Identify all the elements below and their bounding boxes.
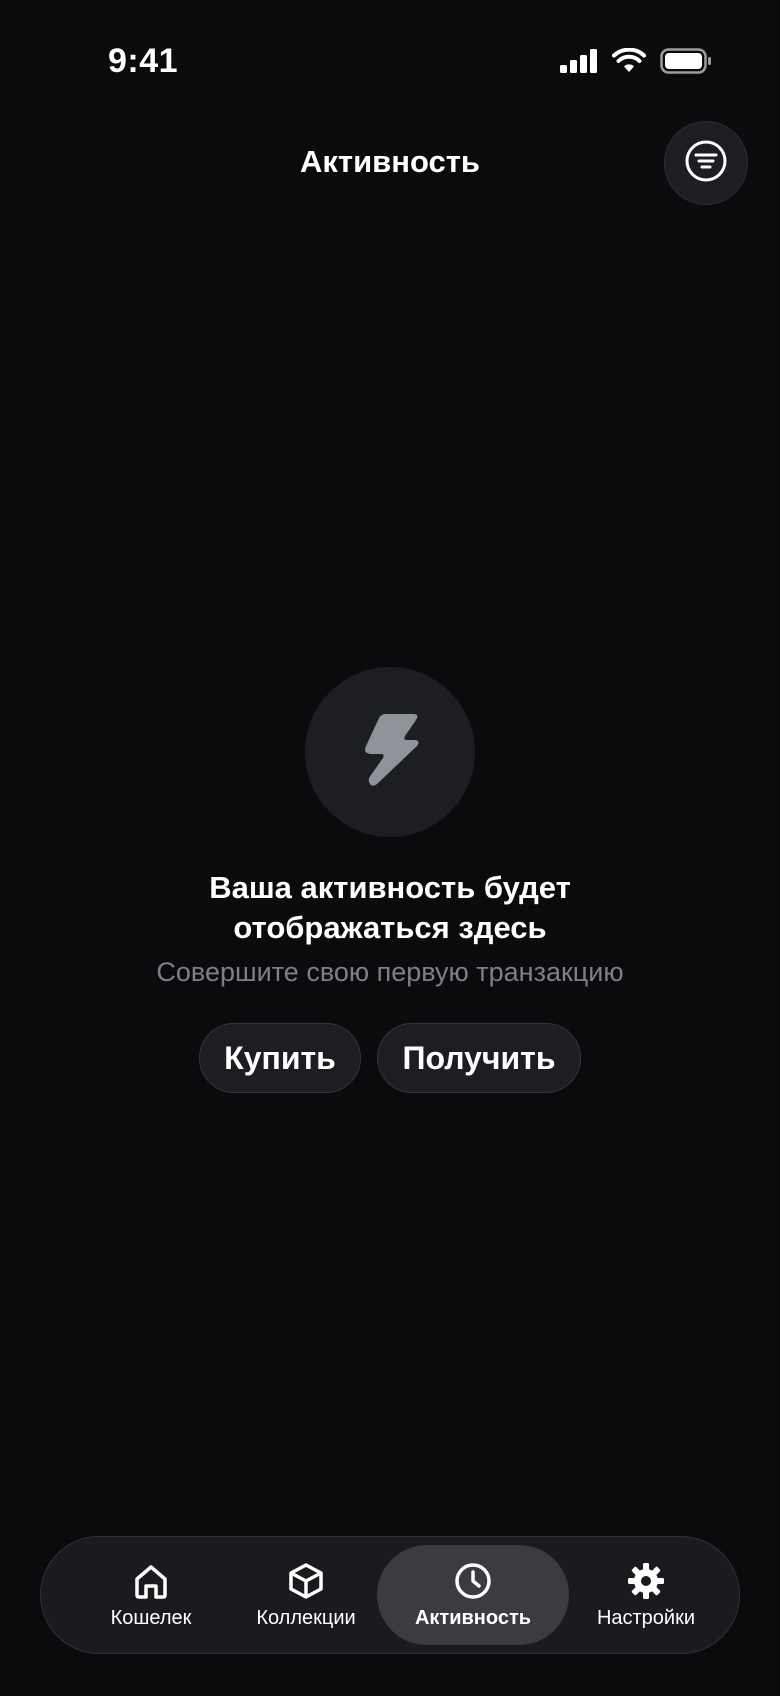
tab-wallet[interactable]: Кошелек xyxy=(81,1545,221,1645)
empty-state-title: Ваша активность будет отображаться здесь xyxy=(0,868,780,948)
status-icons xyxy=(560,47,712,79)
cube-icon xyxy=(286,1561,326,1601)
tab-activity[interactable]: Активность xyxy=(377,1545,569,1645)
status-time: 9:41 xyxy=(108,42,179,80)
page-title: Активность xyxy=(300,144,480,179)
filter-lines-icon xyxy=(684,139,728,188)
tab-activity-label: Активность xyxy=(414,1606,532,1629)
buy-button[interactable]: Купить xyxy=(199,1023,361,1093)
tab-bar: Кошелек Коллекции Активность Настройки xyxy=(40,1536,740,1654)
tab-wallet-label: Кошелек xyxy=(110,1606,192,1629)
tab-collections[interactable]: Коллекции xyxy=(231,1545,381,1645)
empty-state-icon-circle xyxy=(305,667,475,837)
home-icon xyxy=(131,1561,171,1601)
cellular-signal-icon xyxy=(560,49,598,78)
filter-button[interactable] xyxy=(664,121,748,205)
empty-state-title-line2: отображаться здесь xyxy=(233,910,547,945)
wifi-icon xyxy=(612,47,646,79)
gear-icon xyxy=(626,1561,666,1601)
clock-icon xyxy=(453,1561,493,1601)
battery-icon xyxy=(660,48,712,79)
lightning-bolt-icon xyxy=(355,710,425,795)
tab-settings[interactable]: Настройки xyxy=(571,1545,721,1645)
empty-state-actions: Купить Получить xyxy=(0,1023,780,1093)
activity-screen: 9:41 Активность Ваша активность будет от… xyxy=(0,0,780,1696)
empty-state-title-line1: Ваша активность будет xyxy=(209,870,571,905)
tab-settings-label: Настройки xyxy=(596,1606,696,1629)
empty-state-subtitle: Совершите свою первую транзакцию xyxy=(156,957,624,987)
receive-button[interactable]: Получить xyxy=(377,1023,581,1093)
tab-collections-label: Коллекции xyxy=(256,1606,356,1629)
